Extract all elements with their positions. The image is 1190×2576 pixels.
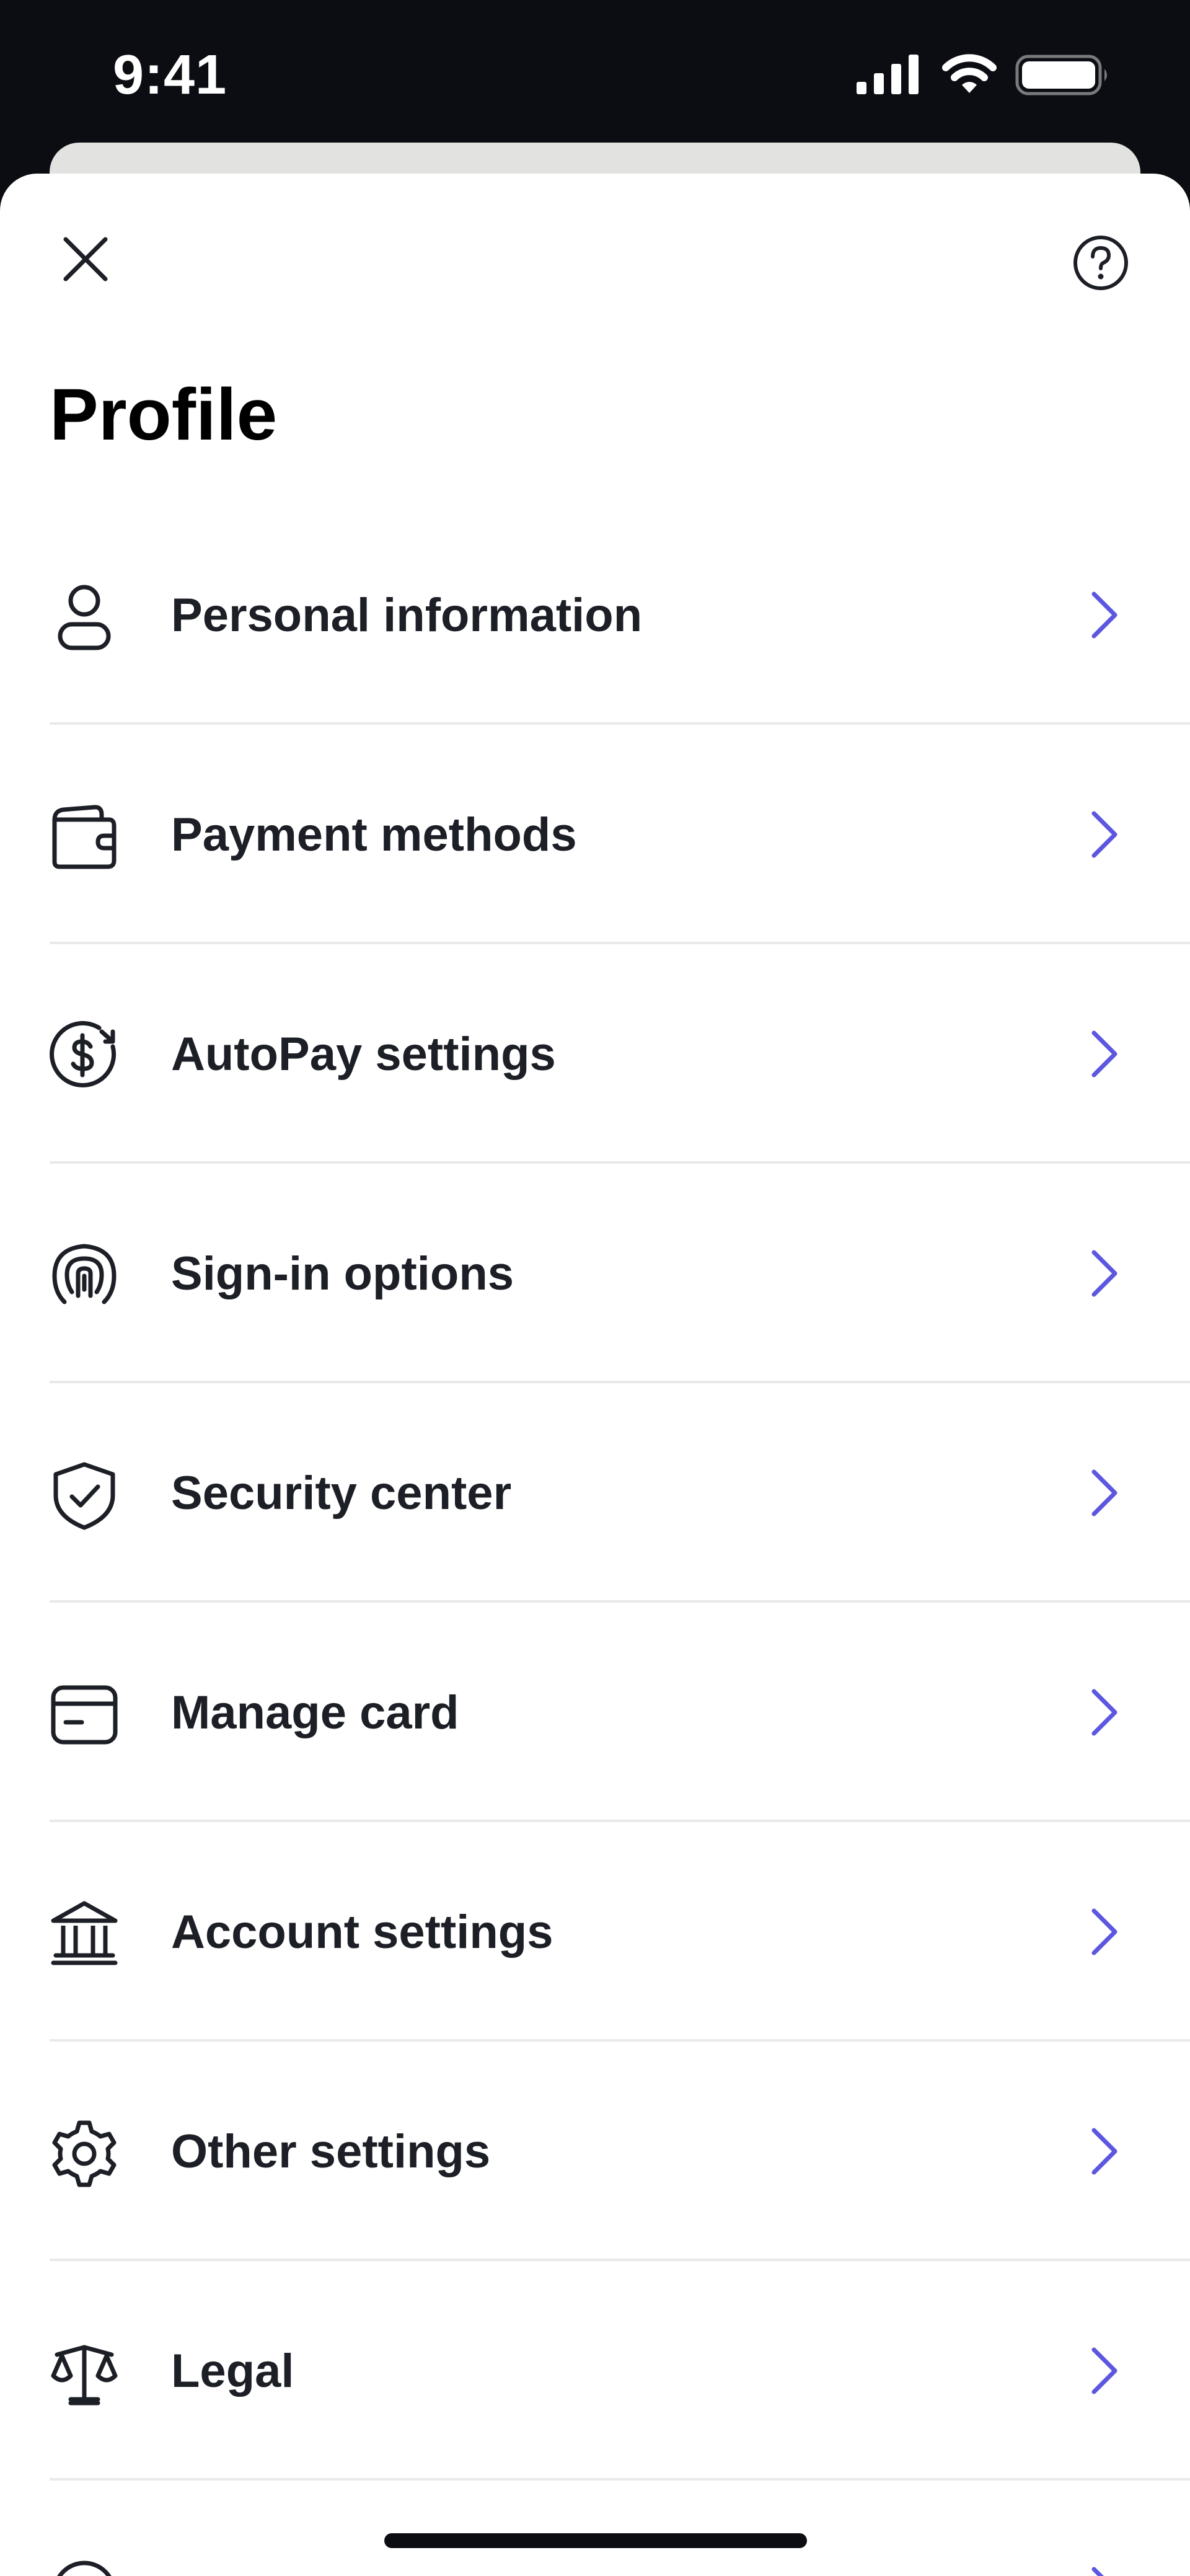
page-title: Profile [50, 374, 278, 456]
chevron-right-icon [1080, 2562, 1129, 2576]
cellular-signal-icon [857, 55, 919, 94]
menu-item-label: Other settings [171, 2125, 491, 2178]
menu-item-payment-methods[interactable]: Payment methods [0, 725, 1190, 944]
status-bar: 9:41 [0, 0, 1190, 143]
menu-item-label: Account settings [171, 1906, 553, 1959]
menu-item-personal-information[interactable]: Personal information [0, 505, 1190, 725]
chevron-right-icon [1080, 1026, 1129, 1082]
chevron-right-icon [1080, 1684, 1129, 1740]
fingerprint-icon [47, 1239, 121, 1313]
menu-item-partial[interactable] [0, 2481, 1190, 2576]
menu-item-autopay-settings[interactable]: AutoPay settings [0, 944, 1190, 1164]
help-button[interactable] [1067, 229, 1134, 296]
menu-item-manage-card[interactable]: Manage card [0, 1603, 1190, 1822]
chevron-right-icon [1080, 1465, 1129, 1521]
menu-item-label: Legal [171, 2345, 294, 2397]
gear-icon [47, 2117, 121, 2191]
menu-item-label: AutoPay settings [171, 1028, 556, 1081]
wifi-icon [942, 54, 997, 93]
menu-item-security-center[interactable]: Security center [0, 1383, 1190, 1603]
autopay-icon [47, 1019, 121, 1094]
close-button[interactable] [56, 229, 115, 289]
chevron-right-icon [1080, 2343, 1129, 2399]
menu-item-account-settings[interactable]: Account settings [0, 1822, 1190, 2042]
chevron-right-icon [1080, 1246, 1129, 1301]
wallet-icon [47, 800, 121, 874]
menu-item-label: Sign-in options [171, 1247, 514, 1300]
battery-icon [1015, 55, 1107, 95]
shield-check-icon [47, 1458, 121, 1533]
card-icon [47, 1678, 121, 1752]
status-icons [857, 54, 1111, 104]
chevron-right-icon [1080, 807, 1129, 862]
menu-item-label: Payment methods [171, 808, 577, 861]
menu-item-sign-in-options[interactable]: Sign-in options [0, 1164, 1190, 1383]
profile-menu: Personal information Payment methods Aut… [0, 505, 1190, 2576]
profile-sheet: Profile Personal information Payment met… [0, 174, 1190, 2576]
menu-item-label: Manage card [171, 1686, 459, 1739]
chevron-right-icon [1080, 2123, 1129, 2179]
person-icon [47, 580, 121, 655]
bank-icon [47, 1897, 121, 1972]
scales-icon [47, 2336, 121, 2410]
circle-icon [47, 2556, 121, 2576]
menu-item-legal[interactable]: Legal [0, 2261, 1190, 2481]
screen: 9:41 Profile Personal information Paymen… [0, 0, 1190, 2576]
menu-item-label: Personal information [171, 589, 643, 642]
close-icon [63, 237, 108, 281]
help-icon [1073, 236, 1128, 290]
menu-item-label: Security center [171, 1467, 512, 1520]
chevron-right-icon [1080, 1904, 1129, 1960]
home-indicator [384, 2533, 807, 2548]
menu-item-other-settings[interactable]: Other settings [0, 2042, 1190, 2261]
chevron-right-icon [1080, 587, 1129, 643]
status-time: 9:41 [113, 44, 227, 106]
